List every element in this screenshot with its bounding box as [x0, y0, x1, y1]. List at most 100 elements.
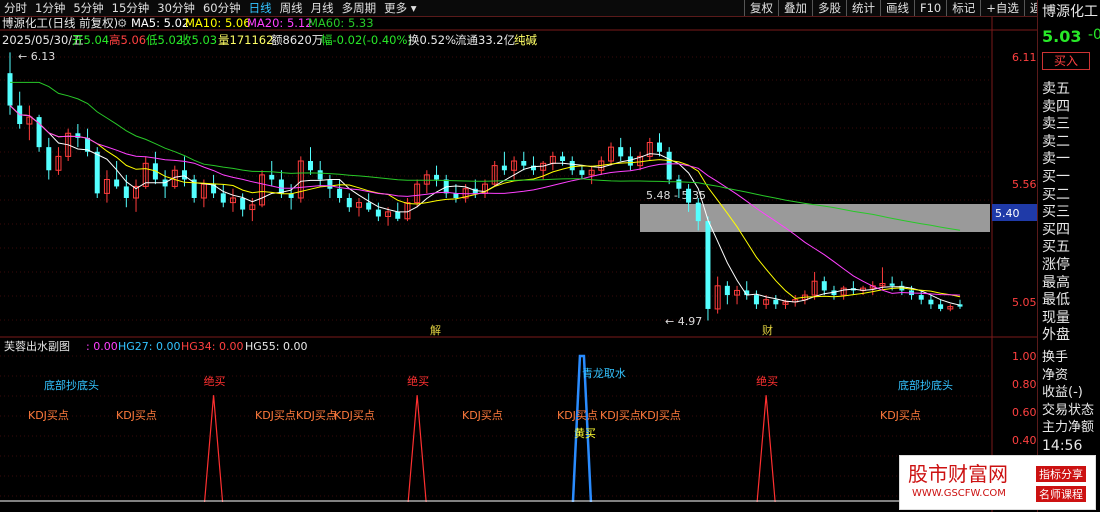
- candle-body: [46, 147, 52, 171]
- sub-tick-0: 1.00: [1012, 350, 1037, 363]
- bar-change: 幅-0.02(-0.40%): [321, 33, 412, 47]
- settings-icon: ⚙: [117, 16, 127, 30]
- hg55-label: HG55: 0.00: [245, 340, 308, 353]
- quote-panel: 博源化工 5.03 -0 买入 卖五 卖四 卖三 卖二 卖一 买一 买二 买三 买四 买五 涨停 最高…: [1037, 0, 1100, 512]
- bar-high: 高5.06: [109, 33, 146, 47]
- kdj-label: KDJ买点: [116, 409, 157, 422]
- candle-body: [521, 161, 527, 166]
- candle-body: [278, 179, 284, 194]
- bottom-label: 底部抄底头: [898, 378, 953, 392]
- ma10-label: MA10: 5.06: [185, 16, 251, 30]
- ma20-label: MA20: 5.12: [247, 16, 313, 30]
- misc-1: 净资: [1042, 367, 1069, 383]
- candle-body: [676, 179, 682, 189]
- sub-value: : 0.00: [86, 340, 118, 353]
- candle-body: [366, 202, 372, 210]
- kdj-label: KDJ买点: [255, 409, 296, 422]
- buy-button[interactable]: 买入: [1042, 52, 1090, 70]
- sub-title: 芙蓉出水副图: [4, 339, 70, 353]
- kdj-label: KDJ买点: [557, 409, 598, 422]
- price-tick-2: 5.05: [1012, 296, 1037, 309]
- candle-body: [560, 156, 566, 162]
- candle-body: [337, 188, 343, 198]
- sub-tick-3: 0.40: [1012, 434, 1037, 447]
- price-tick-1: 5.56: [1012, 178, 1037, 191]
- candle-body: [656, 142, 662, 152]
- candle-body: [889, 283, 895, 286]
- candle-body: [220, 193, 226, 203]
- hg34-label: HG34: 0.00: [181, 340, 244, 353]
- candle-body: [724, 285, 730, 296]
- range-label: 5.48 - 5.35: [646, 189, 706, 202]
- stock-title: 博源化工(日线 前复权): [2, 16, 118, 30]
- juemai-spike: [203, 395, 224, 503]
- kdj-label: KDJ买点: [600, 409, 641, 422]
- candle-body: [627, 156, 633, 166]
- candle-body: [569, 161, 575, 171]
- ma5-label: MA5: 5.02: [131, 16, 189, 30]
- panel-stock-name: 博源化工: [1042, 4, 1098, 20]
- candle-body: [753, 295, 759, 305]
- high-label: ← 6.13: [18, 50, 55, 63]
- bar-low: 低5.02: [146, 33, 183, 47]
- ma10-line: [9, 105, 961, 300]
- sub-tick-1: 0.80: [1012, 378, 1037, 391]
- misc-0: 换手: [1042, 350, 1069, 365]
- kdj-label: KDJ买点: [334, 409, 375, 422]
- kdj-label: KDJ买点: [296, 409, 337, 422]
- bar-amount: 额8620万: [271, 33, 323, 47]
- candle-body: [501, 165, 507, 171]
- candle-body: [181, 170, 187, 180]
- bar-open: 开5.04: [72, 33, 109, 47]
- stat-4: 外盘: [1042, 327, 1070, 344]
- candle-body: [114, 179, 120, 187]
- kdj-label: KDJ买点: [880, 409, 921, 422]
- range-zone: [640, 204, 990, 232]
- candle-body: [327, 179, 333, 189]
- candle-body: [317, 170, 323, 180]
- candle-body: [308, 161, 314, 171]
- bar-float-cap: 流通33.2亿: [455, 33, 515, 47]
- candle-body: [434, 174, 440, 180]
- candle-body: [618, 147, 624, 157]
- huangmai-label: 黄买: [574, 426, 596, 440]
- bar-close: 收5.03: [180, 33, 217, 47]
- watermark-logo: 股市财富网 WWW.GSCFW.COM 指标分享 名师课程: [899, 455, 1096, 510]
- sub-tick-2: 0.60: [1012, 406, 1037, 419]
- juemai-spike: [407, 395, 427, 503]
- candle-body: [240, 197, 246, 210]
- panel-price: 5.03: [1042, 27, 1082, 46]
- kdj-label: KDJ买点: [462, 409, 503, 422]
- misc-3: 交易状态: [1042, 402, 1095, 418]
- candle-body: [666, 151, 672, 180]
- bar-turnover: 换0.52%: [408, 33, 456, 47]
- low-label: ← 4.97: [665, 315, 702, 328]
- candle-body: [695, 202, 701, 222]
- watermark-url: WWW.GSCFW.COM: [912, 488, 1006, 499]
- candle-body: [579, 170, 585, 175]
- candle-body: [123, 186, 129, 198]
- bar-volume: 量171162: [218, 33, 273, 47]
- juemai-label: 绝买: [407, 374, 429, 388]
- candle-body: [7, 73, 13, 106]
- juemai-label: 绝买: [204, 374, 226, 388]
- candle-body: [375, 209, 381, 217]
- candle-body: [686, 188, 692, 203]
- candle-body: [94, 151, 100, 194]
- candle-body: [928, 299, 934, 305]
- misc-4: 主力净额: [1042, 420, 1095, 436]
- kdj-label: KDJ买点: [640, 409, 681, 422]
- ma60-label: MA60: 5.33: [308, 16, 374, 30]
- juemai-spike: [756, 395, 776, 503]
- kline-chart[interactable]: 博源化工(日线 前复权)⚙ MA5: 5.02MA10: 5.06MA20: 5.…: [0, 0, 1037, 512]
- bottom-label: 底部抄底头: [44, 378, 99, 392]
- panel-time: 14:56: [1042, 438, 1083, 454]
- juemai-label: 绝买: [756, 374, 778, 388]
- candle-body: [938, 304, 944, 309]
- candle-body: [269, 174, 275, 180]
- misc-2: 收益(-): [1042, 385, 1083, 401]
- watermark-tag-course: 名师课程: [1036, 486, 1086, 502]
- price-tick-0: 6.11: [1012, 51, 1037, 64]
- candle-body: [773, 299, 779, 305]
- kdj-label: KDJ买点: [28, 409, 69, 422]
